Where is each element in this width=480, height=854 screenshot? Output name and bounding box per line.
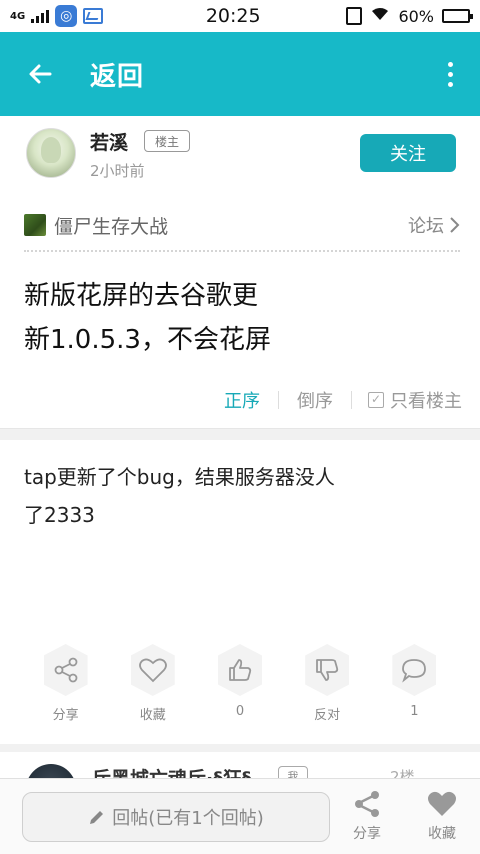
like-count: 0	[235, 704, 245, 719]
browser-notification-icon: ◎	[55, 5, 78, 27]
forum-row[interactable]: 僵尸生存大战 论坛	[24, 200, 460, 252]
heart-icon	[428, 791, 456, 816]
post-action-bar: 分享 收藏 0 反对 1	[0, 644, 480, 734]
forum-link-label: 论坛	[408, 216, 444, 237]
post-body-line: tap更新了个bug，结果服务器没人	[24, 465, 335, 489]
dislike-action[interactable]: 反对	[297, 644, 357, 734]
network-type: 4G	[10, 10, 26, 22]
dislike-label: 反对	[314, 708, 341, 723]
chevron-right-icon	[450, 217, 460, 233]
bottom-share-label: 分享	[353, 826, 381, 842]
share-icon	[355, 791, 379, 817]
favorite-action[interactable]: 收藏	[123, 644, 183, 734]
sort-row: 正序 倒序 ✓ 只看楼主	[0, 382, 480, 418]
author-name[interactable]: 若溪	[90, 128, 128, 155]
back-label[interactable]: 返回	[90, 56, 144, 93]
follow-button[interactable]: 关注	[360, 134, 456, 172]
share-action[interactable]: 分享	[36, 644, 96, 734]
reply-input-placeholder: 回帖(已有1个回帖)	[112, 808, 264, 829]
post-body: tap更新了个bug，结果服务器没人 了2333	[24, 458, 404, 534]
share-label: 分享	[52, 708, 79, 723]
comment-count: 1	[410, 704, 419, 719]
sort-descending-tab[interactable]: 倒序	[279, 387, 351, 413]
battery-icon	[442, 9, 473, 23]
back-arrow-icon[interactable]	[20, 54, 60, 94]
author-row: 若溪 楼主 2小时前 关注	[0, 116, 480, 194]
forum-link[interactable]: 论坛	[408, 212, 460, 238]
forum-name[interactable]: 僵尸生存大战	[54, 212, 168, 239]
owner-badge: 楼主	[144, 130, 190, 152]
status-bar: 4G ◎ 20:25 60%	[0, 0, 480, 32]
signal-icon	[31, 9, 50, 23]
like-action[interactable]: 0	[210, 644, 270, 734]
bottom-bar: 回帖(已有1个回帖) 分享 收藏	[0, 778, 480, 854]
battery-percent: 60%	[398, 6, 434, 26]
owner-only-label: 只看楼主	[390, 391, 462, 412]
status-time: 20:25	[205, 5, 261, 27]
author-avatar[interactable]	[26, 128, 76, 178]
forum-icon	[24, 214, 46, 236]
vibrate-icon	[346, 7, 363, 25]
sort-ascending-tab[interactable]: 正序	[206, 387, 278, 413]
wifi-icon	[370, 6, 390, 26]
owner-only-toggle[interactable]: ✓ 只看楼主	[352, 387, 462, 413]
bottom-favorite-label: 收藏	[428, 826, 456, 842]
post-title: 新版花屏的去谷歌更 新1.0.5.3，不会花屏	[24, 274, 324, 362]
section-divider	[0, 744, 480, 752]
post-title-line: 新版花屏的去谷歌更	[24, 281, 259, 311]
thumbs-down-icon	[305, 644, 350, 696]
bottom-favorite-button[interactable]: 收藏	[417, 789, 467, 843]
pencil-icon	[90, 811, 104, 824]
heart-icon	[130, 644, 175, 696]
bottom-share-button[interactable]: 分享	[342, 789, 392, 843]
post-title-line: 新1.0.5.3，不会花屏	[24, 325, 271, 355]
reply-input[interactable]: 回帖(已有1个回帖)	[22, 792, 330, 842]
post-time: 2小时前	[90, 162, 145, 180]
checkbox-icon: ✓	[368, 392, 384, 408]
share-icon	[43, 644, 88, 696]
app-bar: 返回	[0, 32, 480, 116]
post-body-line: 了2333	[24, 503, 95, 527]
more-options-icon[interactable]	[440, 54, 460, 94]
section-divider	[0, 428, 480, 440]
thumbs-up-icon	[217, 644, 262, 696]
favorite-label: 收藏	[139, 708, 166, 723]
comment-action[interactable]: 1	[384, 644, 444, 734]
comment-icon	[392, 644, 437, 696]
image-notification-icon	[83, 8, 104, 24]
